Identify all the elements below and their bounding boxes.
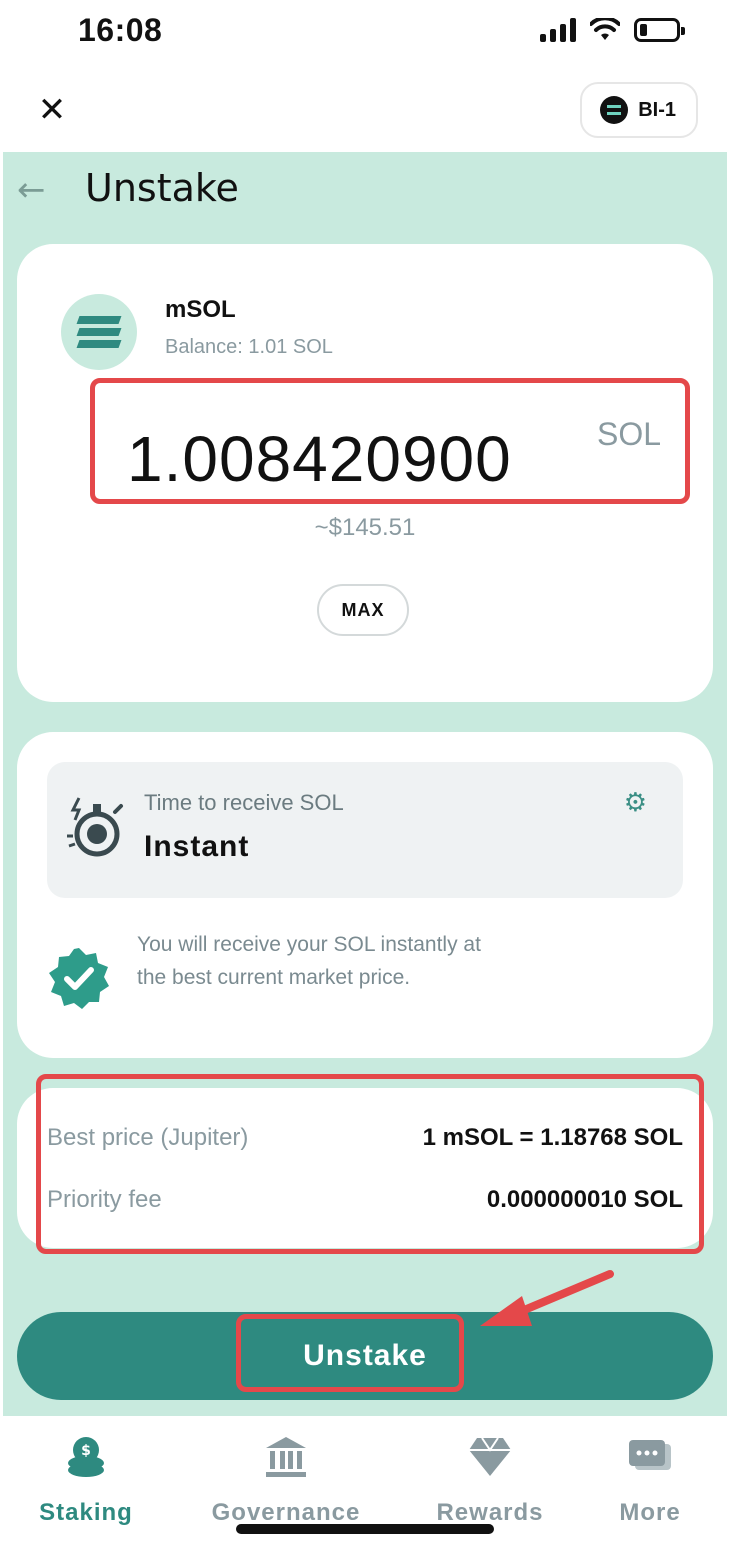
best-price-row: Best price (Jupiter) 1 mSOL = 1.18768 SO… bbox=[47, 1118, 683, 1158]
svg-text:$: $ bbox=[81, 1443, 91, 1459]
amount-unit: SOL bbox=[597, 416, 662, 452]
wifi-icon bbox=[590, 18, 620, 40]
receive-time-selector[interactable]: Time to receive SOL Instant ⚙ bbox=[47, 762, 683, 898]
signal-icon bbox=[540, 18, 576, 42]
receive-time-value: Instant bbox=[144, 830, 250, 863]
page-title: Unstake bbox=[85, 166, 239, 210]
battery-icon bbox=[634, 18, 685, 42]
nav-governance-label: Governance bbox=[211, 1499, 361, 1526]
wallet-name: BI-1 bbox=[638, 98, 676, 121]
coins-icon: $ bbox=[68, 1437, 104, 1477]
nav-staking[interactable]: $ Staking bbox=[0, 1434, 176, 1527]
receive-time-label: Time to receive SOL bbox=[144, 790, 344, 815]
priority-fee-label: Priority fee bbox=[47, 1186, 162, 1213]
token-balance: Balance: 1.01 SOL bbox=[165, 336, 333, 358]
solana-icon bbox=[600, 96, 629, 124]
msol-token-icon bbox=[61, 294, 137, 370]
best-price-value: 1 mSOL = 1.18768 SOL bbox=[422, 1124, 683, 1151]
status-time: 16:08 bbox=[78, 12, 163, 48]
instant-timer-icon bbox=[67, 797, 123, 857]
max-button[interactable]: MAX bbox=[317, 584, 409, 636]
priority-fee-value: 0.000000010 SOL bbox=[486, 1186, 683, 1213]
speed-card: Time to receive SOL Instant ⚙ You will r… bbox=[17, 732, 713, 1058]
governance-icon bbox=[266, 1437, 306, 1477]
unstake-button[interactable]: Unstake bbox=[17, 1312, 713, 1400]
nav-more[interactable]: More bbox=[560, 1434, 730, 1527]
more-icon bbox=[629, 1440, 671, 1470]
diamond-icon bbox=[469, 1437, 511, 1476]
instant-info-text: You will receive your SOL instantly at t… bbox=[137, 933, 481, 989]
amount-card: mSOL Balance: 1.01 SOL 1.008420900 SOL ~… bbox=[17, 244, 713, 702]
price-details-card: Best price (Jupiter) 1 mSOL = 1.18768 SO… bbox=[17, 1088, 713, 1248]
amount-input[interactable]: 1.008420900 bbox=[127, 422, 512, 496]
verified-check-icon bbox=[49, 948, 109, 1009]
priority-fee-row: Priority fee 0.000000010 SOL bbox=[47, 1180, 683, 1220]
status-icons bbox=[540, 18, 685, 42]
gear-icon[interactable]: ⚙ bbox=[624, 788, 647, 818]
back-arrow-icon[interactable]: ← bbox=[17, 170, 46, 210]
nav-governance[interactable]: Governance bbox=[196, 1434, 376, 1527]
home-indicator bbox=[236, 1524, 494, 1534]
nav-staking-label: Staking bbox=[39, 1499, 133, 1526]
nav-rewards-label: Rewards bbox=[436, 1499, 544, 1526]
best-price-label: Best price (Jupiter) bbox=[47, 1124, 249, 1151]
nav-more-label: More bbox=[619, 1499, 681, 1526]
token-name: mSOL bbox=[165, 296, 236, 323]
wallet-selector[interactable]: BI-1 bbox=[580, 82, 698, 138]
top-bar: ✕ BI-1 bbox=[0, 64, 730, 152]
main-content: ← Unstake mSOL Balance: 1.01 SOL 1.00842… bbox=[3, 152, 727, 1416]
amount-usd-value: ~$145.51 bbox=[314, 514, 416, 541]
nav-rewards[interactable]: Rewards bbox=[400, 1434, 580, 1527]
close-button[interactable]: ✕ bbox=[34, 92, 70, 128]
status-bar: 16:08 bbox=[0, 0, 730, 64]
